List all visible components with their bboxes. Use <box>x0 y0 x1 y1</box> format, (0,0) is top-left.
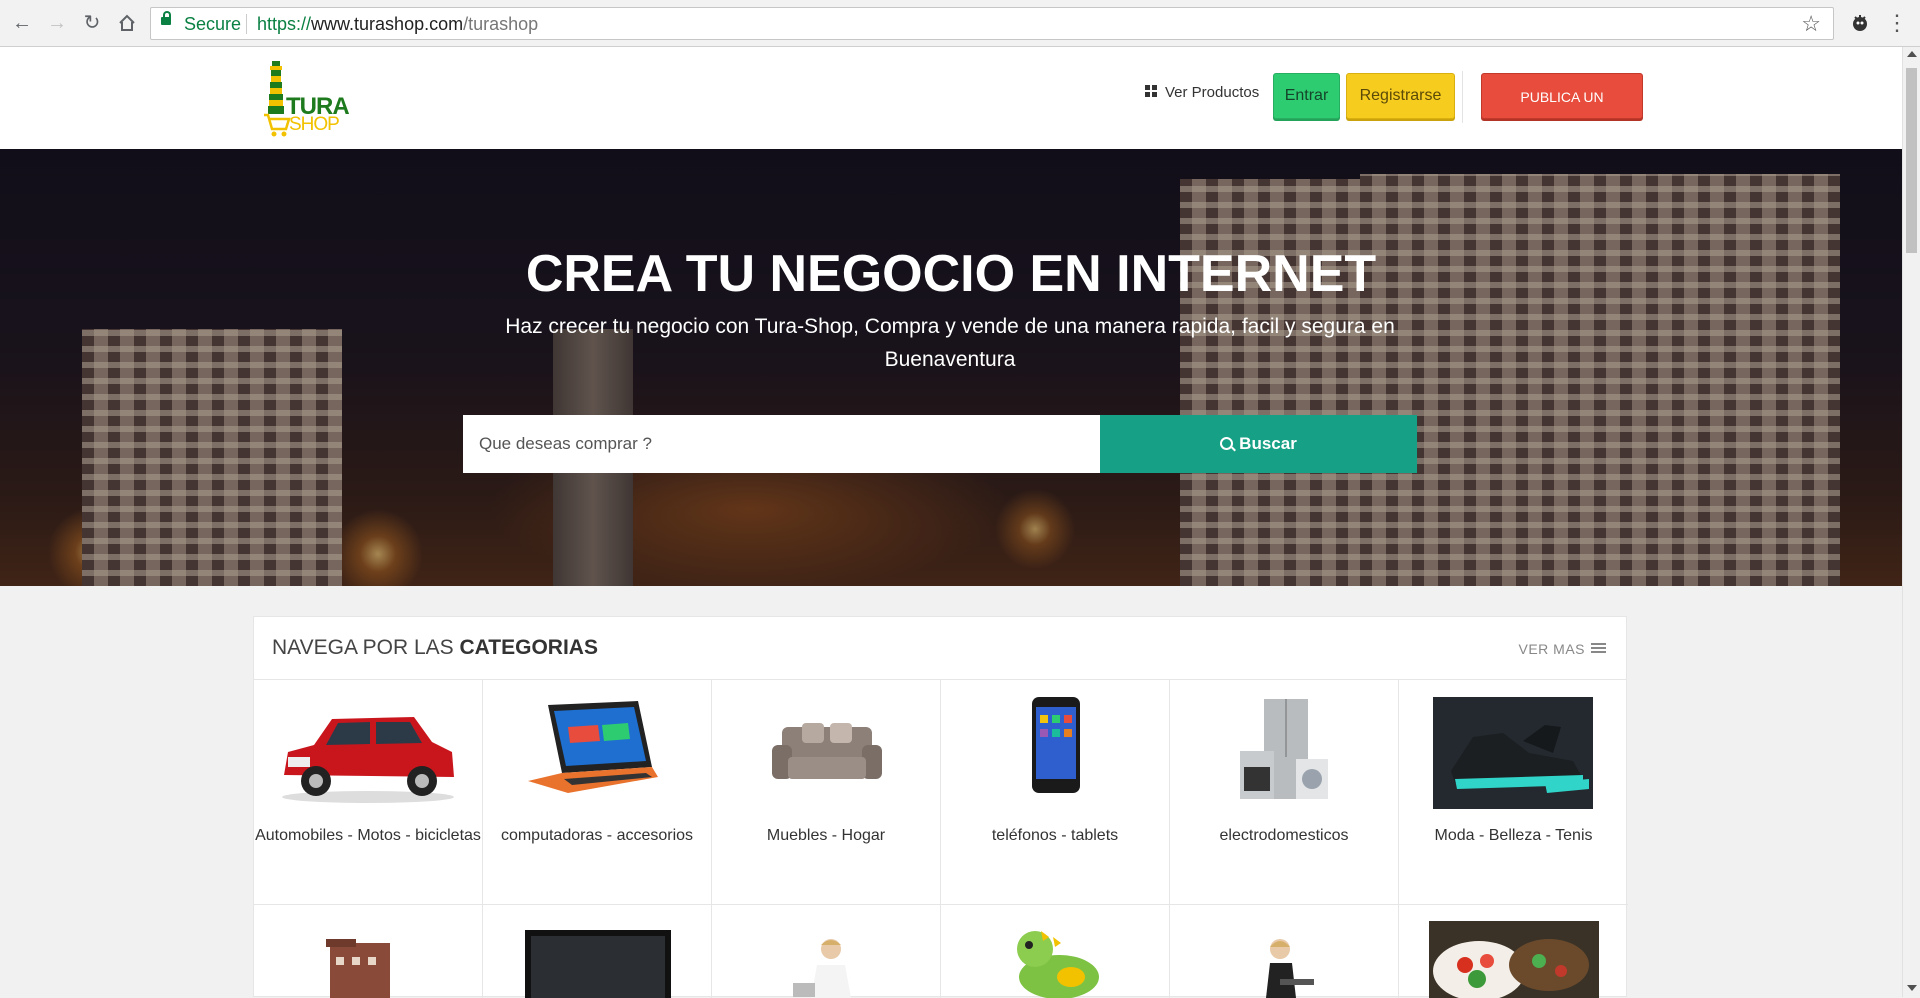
bookmark-star-icon[interactable]: ☆ <box>1801 11 1821 37</box>
category-card-automobiles[interactable]: Automobiles - Motos - bicicletas <box>254 679 483 905</box>
scroll-down-icon[interactable] <box>1907 985 1917 991</box>
category-label: Automobiles - Motos - bicicletas <box>255 827 481 844</box>
registrarse-button[interactable]: Registrarse <box>1346 73 1455 119</box>
building-image <box>326 939 390 998</box>
grid-icon <box>1145 85 1158 98</box>
buscar-button[interactable]: Buscar <box>1100 415 1417 473</box>
header-divider <box>1462 71 1463 123</box>
car-image <box>282 717 454 803</box>
category-card-moda[interactable]: Moda - Belleza - Tenis <box>1399 679 1628 905</box>
hero-banner: CREA TU NEGOCIO EN INTERNET Haz crecer t… <box>0 149 1902 586</box>
hero-subtitle: Haz crecer tu negocio con Tura-Shop, Com… <box>505 315 1395 371</box>
sofa-image <box>772 723 882 779</box>
tv-image <box>525 930 671 998</box>
appliances-image <box>1240 699 1328 799</box>
sneaker-image <box>1433 697 1593 809</box>
laptop-image <box>528 701 658 793</box>
category-card[interactable] <box>483 905 712 998</box>
phone-image <box>1032 697 1080 793</box>
toy-dinosaur-image <box>1017 931 1099 998</box>
home-icon[interactable] <box>115 11 139 35</box>
office-worker-image <box>1266 939 1314 998</box>
lock-icon <box>161 11 171 25</box>
back-icon[interactable]: ← <box>10 11 34 35</box>
category-label: electrodomesticos <box>1219 827 1349 844</box>
category-label: Muebles - Hogar <box>766 827 886 844</box>
food-image <box>1429 921 1599 998</box>
category-card[interactable] <box>254 905 483 998</box>
category-label: Moda - Belleza - Tenis <box>1434 827 1593 844</box>
category-card-telefonos[interactable]: teléfonos - tablets <box>941 679 1170 905</box>
search-input[interactable]: Que deseas comprar ? <box>463 415 1100 473</box>
category-card-computadoras[interactable]: computadoras - accesorios <box>483 679 712 905</box>
entrar-button[interactable]: Entrar <box>1273 73 1340 119</box>
publica-producto-button[interactable]: PUBLICA UN PRODUCTO <box>1481 73 1643 151</box>
hero-title: CREA TU NEGOCIO EN INTERNET <box>525 245 1377 303</box>
category-card-muebles[interactable]: Muebles - Hogar <box>712 679 941 905</box>
browser-toolbar: ← → ↻ Secure https://www.turashop.com/tu… <box>0 0 1920 47</box>
category-card-electrodomesticos[interactable]: electrodomesticos <box>1170 679 1399 905</box>
extension-icon[interactable] <box>1848 11 1872 35</box>
secure-label: Secure <box>184 14 242 34</box>
scrollbar-thumb[interactable] <box>1906 68 1917 253</box>
address-separator <box>246 14 247 34</box>
nurse-image <box>793 939 851 998</box>
reload-icon[interactable]: ↻ <box>80 11 104 35</box>
tura-shop-logo[interactable]: TURA SHOP <box>264 59 350 141</box>
categories-title: NAVEGA POR LAS CATEGORIAS <box>272 636 598 659</box>
search-icon <box>1220 437 1234 450</box>
browser-menu-icon[interactable]: ⋮ <box>1885 10 1909 36</box>
ver-productos-link[interactable]: Ver Productos <box>1145 84 1259 101</box>
address-bar[interactable]: Secure https://www.turashop.com/turashop… <box>150 7 1834 40</box>
category-card[interactable] <box>1399 905 1628 998</box>
ver-productos-label: Ver Productos <box>1165 84 1260 101</box>
url-text[interactable]: https://www.turashop.com/turashop <box>257 14 538 35</box>
page-scrollbar[interactable] <box>1902 47 1920 997</box>
list-icon <box>1591 643 1606 655</box>
categories-header: NAVEGA POR LAS CATEGORIAS VER MAS <box>254 617 1626 680</box>
category-label: teléfonos - tablets <box>991 827 1119 844</box>
category-card[interactable] <box>941 905 1170 998</box>
categories-panel: NAVEGA POR LAS CATEGORIAS VER MAS Automo… <box>253 616 1628 998</box>
buscar-label: Buscar <box>1239 434 1297 453</box>
category-card[interactable] <box>712 905 941 998</box>
category-label: computadoras - accesorios <box>500 827 694 844</box>
logo-shop-text: SHOP <box>289 114 340 135</box>
site-header: TURA SHOP Ver Productos Entrar Registrar… <box>0 47 1902 151</box>
category-card[interactable] <box>1170 905 1399 998</box>
ver-mas-link[interactable]: VER MAS <box>1518 641 1606 657</box>
ver-mas-label: VER MAS <box>1518 641 1585 657</box>
scroll-up-icon[interactable] <box>1907 51 1917 57</box>
forward-icon[interactable]: → <box>45 11 69 35</box>
